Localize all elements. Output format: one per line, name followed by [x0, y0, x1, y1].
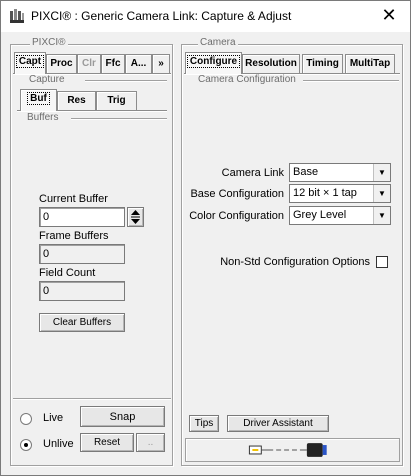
tab-clr[interactable]: Clr — [77, 54, 101, 74]
base-config-select[interactable]: 12 bit × 1 tap ▼ — [289, 184, 391, 203]
tab-configure[interactable]: Configure — [185, 52, 242, 74]
window-title: PIXCI® : Generic Camera Link: Capture & … — [31, 9, 292, 23]
pixci-app-icon — [10, 9, 24, 23]
base-config-label: Base Configuration — [190, 188, 284, 200]
subtab-res[interactable]: Res — [57, 91, 96, 111]
tab-a[interactable]: A... — [125, 54, 152, 74]
title-bar: PIXCI® : Generic Camera Link: Capture & … — [1, 1, 410, 32]
camera-group-label: Camera — [198, 37, 238, 48]
live-label: Live — [43, 412, 64, 424]
capture-label: Capture — [29, 74, 65, 85]
current-buffer-input[interactable]: 0 — [39, 207, 125, 227]
camera-link-label: Camera Link — [221, 167, 284, 179]
tab-capt[interactable]: Capt — [14, 52, 46, 74]
pixci-group-label: PIXCI® — [30, 37, 68, 48]
camera-group — [181, 44, 403, 466]
unlive-radio[interactable] — [20, 439, 32, 451]
tips-button[interactable]: Tips — [189, 415, 219, 432]
frame-buffers-field: 0 — [39, 244, 125, 264]
chevron-down-icon: ▼ — [373, 164, 390, 181]
buffers-label: Buffers — [27, 112, 59, 123]
color-config-label: Color Configuration — [189, 210, 284, 222]
connection-status-panel — [185, 438, 400, 462]
color-config-select[interactable]: Grey Level ▼ — [289, 206, 391, 225]
buffers-divider — [71, 118, 167, 120]
buffer-spinner[interactable] — [127, 207, 144, 227]
nonstd-label: Non-Std Configuration Options — [220, 256, 370, 268]
camera-config-label: Camera Configuration — [198, 74, 296, 85]
chevron-down-icon: ▼ — [373, 207, 390, 224]
close-icon[interactable]: ✕ — [378, 5, 400, 25]
subtab-trig[interactable]: Trig — [96, 91, 137, 111]
snap-button[interactable]: Snap — [80, 406, 165, 427]
nonstd-checkbox[interactable] — [376, 256, 388, 268]
camera-link-select[interactable]: Base ▼ — [289, 163, 391, 182]
spin-arrows-icon — [131, 210, 140, 224]
left-bottom-divider — [13, 398, 171, 400]
driver-assistant-button[interactable]: Driver Assistant — [227, 415, 329, 432]
tab-proc[interactable]: Proc — [46, 54, 77, 74]
tab-ffc[interactable]: Ffc — [101, 54, 125, 74]
camera-cable-icon — [248, 443, 327, 457]
field-count-field: 0 — [39, 281, 125, 301]
extra-button[interactable]: .. — [136, 433, 165, 452]
tab-timing[interactable]: Timing — [302, 54, 343, 74]
subtab-buf[interactable]: Buf — [20, 89, 57, 111]
frame-buffers-label: Frame Buffers — [39, 230, 109, 242]
capture-divider — [85, 80, 167, 82]
chevron-down-icon: ▼ — [373, 185, 390, 202]
current-buffer-label: Current Buffer — [39, 193, 108, 205]
tab-multitap[interactable]: MultiTap — [345, 54, 395, 74]
app-window: PIXCI® : Generic Camera Link: Capture & … — [0, 0, 411, 476]
live-radio[interactable] — [20, 413, 32, 425]
camera-config-divider — [303, 80, 399, 82]
tab-resolution[interactable]: Resolution — [242, 54, 300, 74]
clear-buffers-button[interactable]: Clear Buffers — [39, 313, 125, 332]
field-count-label: Field Count — [39, 267, 96, 279]
unlive-label: Unlive — [43, 438, 74, 450]
tab-more[interactable]: » — [152, 54, 170, 74]
reset-button[interactable]: Reset — [80, 433, 134, 452]
